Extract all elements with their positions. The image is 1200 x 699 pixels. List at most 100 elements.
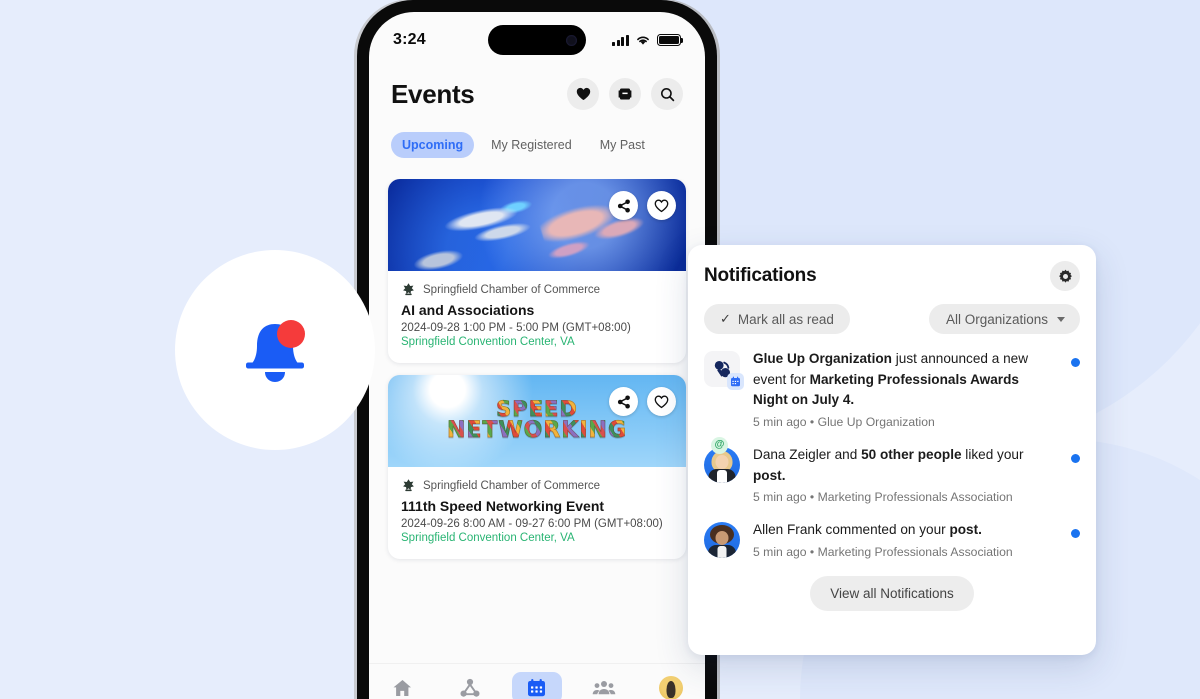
notification-text-part: post. <box>949 522 982 538</box>
meta-separator: • <box>809 490 815 505</box>
notification-org: Marketing Professionals Association <box>817 490 1013 505</box>
notifications-controls: ✓ Mark all as read All Organizations <box>704 304 1080 334</box>
notification-time: 5 min ago <box>753 490 807 505</box>
bell-badge-dot <box>277 320 305 348</box>
organization-logo-icon <box>401 478 416 493</box>
share-button[interactable] <box>609 387 638 416</box>
battery-full-icon <box>657 34 684 46</box>
status-time: 3:24 <box>393 31 426 48</box>
check-icon: ✓ <box>720 311 731 326</box>
front-camera-icon <box>566 34 577 46</box>
event-image-speed-networking: SPEED NETWORKING <box>388 375 686 467</box>
event-location: Springfield Convention Center, VA <box>401 532 575 544</box>
cellular-signal-icon <box>612 34 629 46</box>
notification-bell-graphic <box>175 250 375 450</box>
event-organizer-row: Springfield Chamber of Commerce <box>401 478 673 493</box>
event-title: 111th Speed Networking Event <box>401 498 605 514</box>
notification-text: Allen Frank commented on your post. <box>753 520 1052 541</box>
event-organizer-row: Springfield Chamber of Commerce <box>401 282 673 297</box>
calendar-badge-icon <box>727 373 744 390</box>
nav-network[interactable] <box>445 672 495 699</box>
search-icon <box>660 87 674 101</box>
favorites-button[interactable] <box>567 78 599 110</box>
mark-all-as-read-label: Mark all as read <box>737 311 834 327</box>
event-tabs: Upcoming My Registered My Past <box>369 132 705 158</box>
event-organizer-name: Springfield Chamber of Commerce <box>423 283 601 296</box>
notification-text-part: liked your <box>961 446 1024 462</box>
meta-separator: • <box>809 414 815 429</box>
heart-outline-icon <box>654 199 669 212</box>
favorite-button[interactable] <box>647 191 676 220</box>
heart-outline-icon <box>654 395 669 408</box>
nav-home[interactable] <box>378 672 428 699</box>
unread-indicator-dot <box>1071 358 1080 367</box>
tickets-button[interactable] <box>609 78 641 110</box>
mention-at-icon: @ <box>711 436 728 454</box>
allen-frank-photo <box>704 522 740 559</box>
nav-profile[interactable] <box>646 672 696 699</box>
phone-mockup: 3:24 Events Upcoming My Registered My Pa… <box>357 0 717 699</box>
gear-icon <box>1058 269 1072 283</box>
people-group-icon <box>592 681 616 695</box>
notification-text-part: Dana Zeigler and <box>753 446 862 462</box>
chevron-down-icon <box>1057 316 1065 322</box>
favorite-button[interactable] <box>647 387 676 416</box>
notifications-panel: Notifications ✓ Mark all as read All Org… <box>688 245 1096 655</box>
network-icon <box>460 678 480 697</box>
notification-avatar: @ <box>704 436 740 483</box>
notification-text-part: Glue Up Organization <box>753 351 892 366</box>
tab-my-past[interactable]: My Past <box>589 132 656 158</box>
event-image-text-line1: SPEED <box>496 397 578 422</box>
nav-events[interactable] <box>511 672 562 699</box>
notification-org: Glue Up Organization <box>817 414 935 429</box>
organization-filter-dropdown[interactable]: All Organizations <box>928 304 1080 334</box>
event-image-ai <box>388 179 686 291</box>
event-image-text-line2: NETWORKING <box>446 418 628 444</box>
unread-indicator-dot <box>1071 453 1080 463</box>
share-button[interactable] <box>609 191 638 220</box>
notification-item[interactable]: Glue Up Organization just announced a ne… <box>704 349 1080 445</box>
notification-item[interactable]: @ Dana Zeigler and 50 other people liked… <box>704 436 1080 520</box>
bottom-navigation <box>369 663 705 699</box>
notification-meta: 5 min ago • Marketing Professionals Asso… <box>753 545 1052 559</box>
unread-indicator-dot <box>1071 529 1080 539</box>
tab-my-registered[interactable]: My Registered <box>480 132 583 158</box>
notification-text-part: post. <box>753 467 786 483</box>
notification-meta: 5 min ago • Marketing Professionals Asso… <box>753 490 1052 504</box>
notification-text-part: 50 other people <box>861 446 962 462</box>
notification-item[interactable]: Allen Frank commented on your post. 5 mi… <box>704 520 1080 575</box>
search-button[interactable] <box>651 78 683 110</box>
event-title: AI and Associations <box>401 302 535 318</box>
notification-avatar <box>704 351 744 390</box>
ticket-icon <box>618 88 632 100</box>
notifications-title: Notifications <box>704 265 817 286</box>
app-header: Events <box>369 78 705 110</box>
events-list: Springfield Chamber of Commerce AI and A… <box>369 179 705 663</box>
event-location: Springfield Convention Center, VA <box>401 336 575 348</box>
notification-time: 5 min ago <box>753 544 807 559</box>
header-actions <box>567 78 683 110</box>
mark-all-as-read-button[interactable]: ✓ Mark all as read <box>704 304 850 334</box>
organization-filter-label: All Organizations <box>945 311 1048 327</box>
tab-upcoming[interactable]: Upcoming <box>391 132 475 158</box>
notification-avatar <box>704 522 740 559</box>
share-icon <box>617 199 630 212</box>
notification-time: 5 min ago <box>753 414 807 429</box>
nav-community[interactable] <box>579 672 629 699</box>
notification-org: Marketing Professionals Association <box>817 544 1013 559</box>
event-organizer-name: Springfield Chamber of Commerce <box>423 479 601 492</box>
phone-screen: 3:24 Events Upcoming My Registered My Pa… <box>369 12 705 699</box>
event-datetime: 2024-09-26 8:00 AM - 09-27 6:00 PM (GMT+… <box>401 518 663 530</box>
event-card[interactable]: Springfield Chamber of Commerce AI and A… <box>388 179 686 363</box>
heart-filled-icon <box>576 87 590 100</box>
notification-text: Glue Up Organization just announced a ne… <box>753 349 1052 411</box>
notification-meta: 5 min ago • Glue Up Organization <box>753 415 1052 429</box>
event-card[interactable]: SPEED NETWORKING Springfield Chamber of … <box>388 375 686 559</box>
notification-settings-button[interactable] <box>1050 261 1080 291</box>
share-icon <box>617 395 630 408</box>
notification-text-part: Allen Frank commented on your <box>753 522 950 538</box>
notification-text: Dana Zeigler and 50 other people liked y… <box>753 445 1052 486</box>
event-datetime: 2024-09-28 1:00 PM - 5:00 PM (GMT+08:00) <box>401 322 631 334</box>
view-all-notifications-button[interactable]: View all Notifications <box>810 575 974 611</box>
page-title: Events <box>391 78 475 109</box>
